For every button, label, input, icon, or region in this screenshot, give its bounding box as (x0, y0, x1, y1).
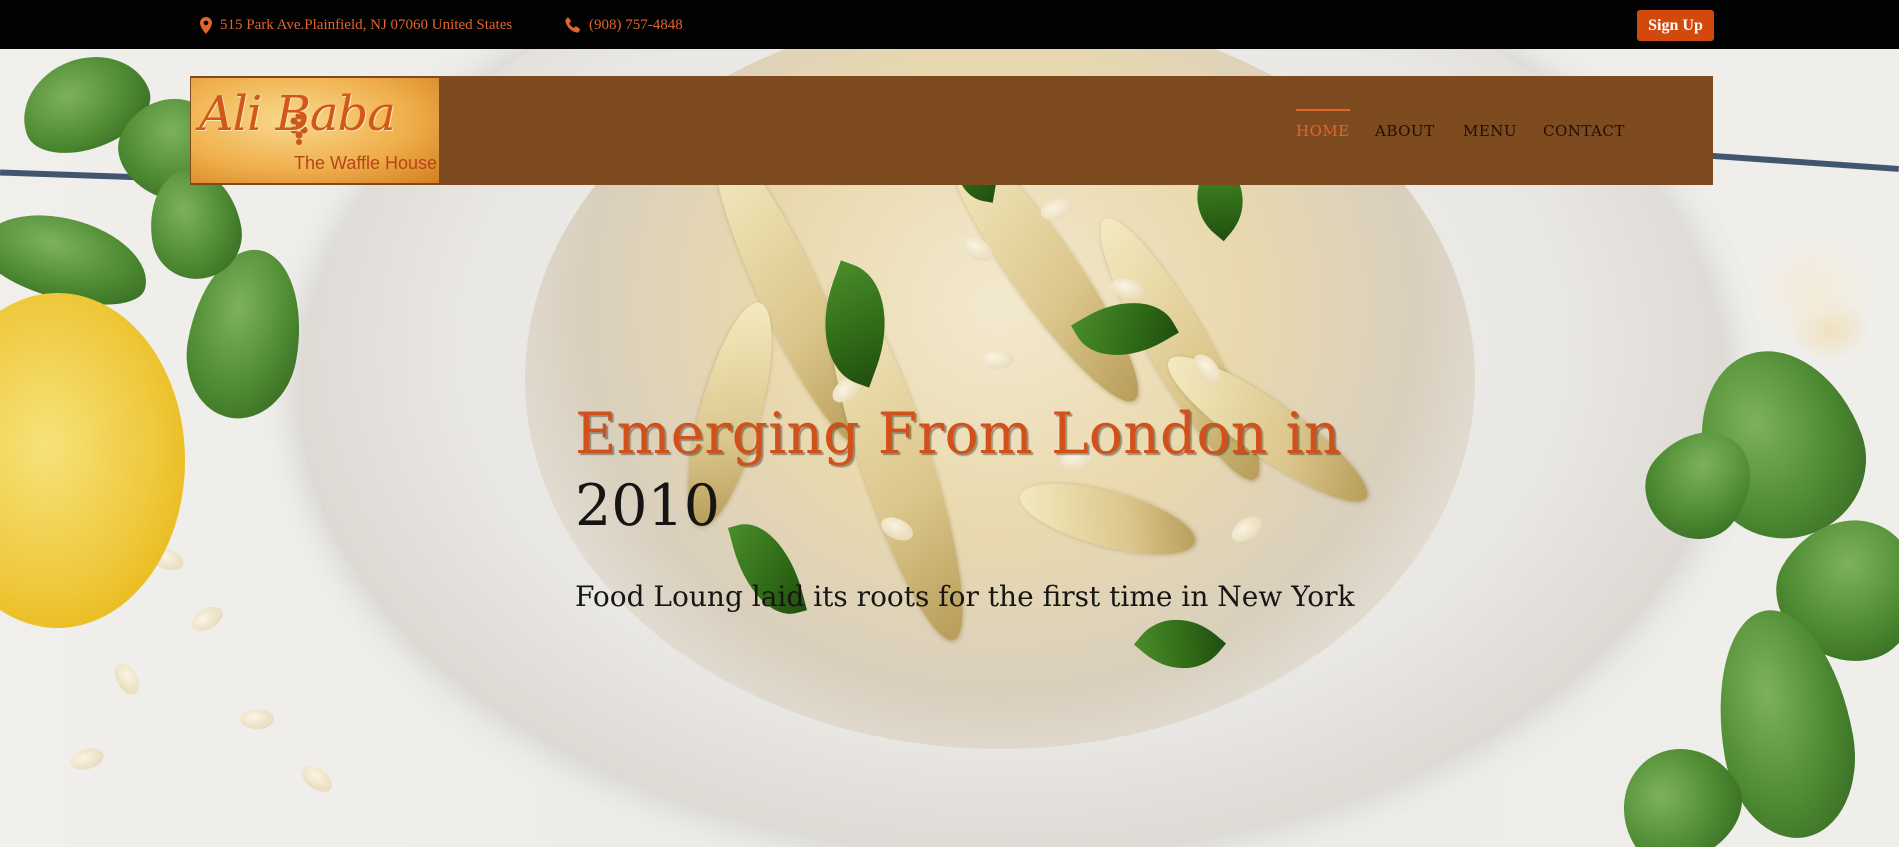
almond-flake (67, 744, 107, 774)
lemon-slice-image (0, 293, 185, 628)
nav-contact[interactable]: CONTACT (1543, 122, 1625, 140)
almond-flake (240, 709, 274, 729)
logo-title: Ali Baba (199, 86, 396, 142)
hero-headline: Emerging From London in 2010 (575, 398, 1375, 542)
main-header: Ali Baba The Waffle House HOME ABOUT MEN… (190, 76, 1713, 185)
nav-menu[interactable]: MENU (1463, 122, 1517, 140)
almond-flake (109, 659, 145, 699)
almond-flake (297, 761, 337, 797)
hero-headline-year: 2010 (575, 473, 721, 539)
logo[interactable]: Ali Baba The Waffle House (191, 78, 439, 183)
nav-home[interactable]: HOME (1296, 109, 1350, 140)
phone-text: (908) 757-4848 (589, 16, 683, 33)
phone-icon (565, 17, 581, 33)
phone-item[interactable]: (908) 757-4848 (565, 15, 683, 35)
sign-up-button[interactable]: Sign Up (1637, 10, 1714, 41)
map-marker-icon (200, 16, 212, 34)
top-bar: 515 Park Ave.Plainfield, NJ 07060 United… (0, 0, 1899, 49)
towel-stripe (1700, 152, 1899, 172)
address-item: 515 Park Ave.Plainfield, NJ 07060 United… (200, 15, 512, 35)
hero-headline-accent: Emerging From London in (575, 401, 1341, 467)
nav-about[interactable]: ABOUT (1375, 122, 1435, 140)
hero-subtitle: Food Loung laid its roots for the first … (575, 580, 1355, 613)
almond-flake (980, 349, 1014, 369)
address-text: 515 Park Ave.Plainfield, NJ 07060 United… (220, 16, 513, 33)
logo-subtitle: The Waffle House (294, 153, 438, 173)
almond-flake (187, 601, 227, 637)
